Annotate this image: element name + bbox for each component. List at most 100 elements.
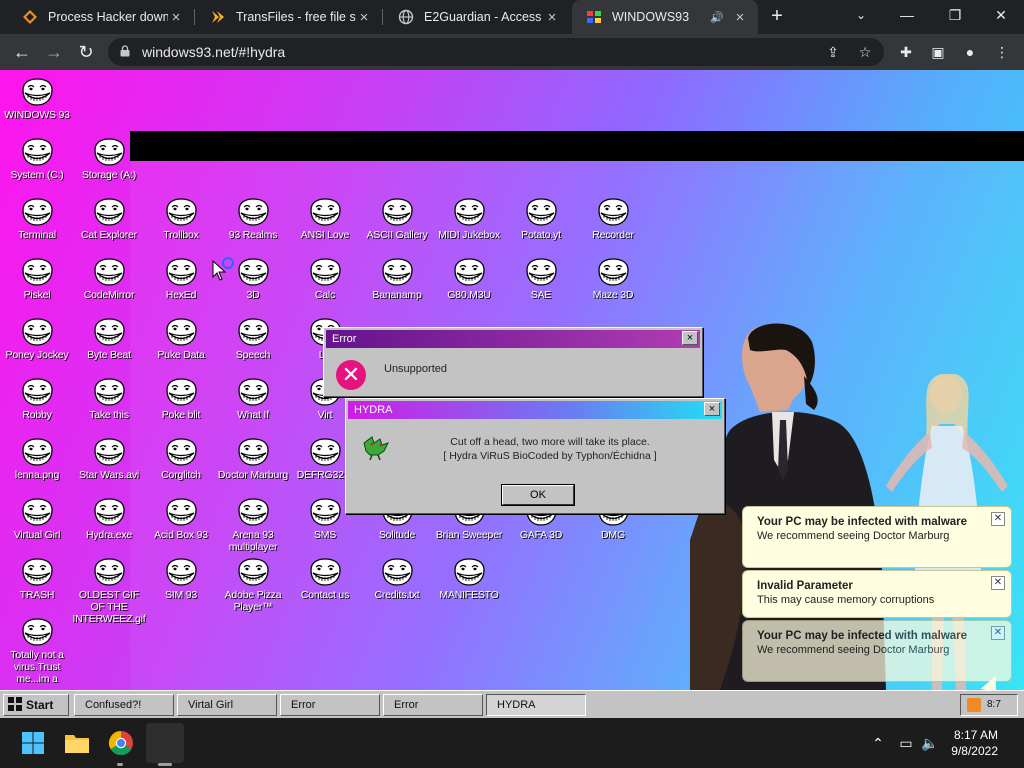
- notification[interactable]: Your PC may be infected with malware We …: [742, 620, 1012, 682]
- restore-button[interactable]: ❐: [932, 0, 978, 30]
- taskbar-item-error[interactable]: Error: [383, 694, 483, 716]
- troll-face-icon: [596, 198, 630, 226]
- close-icon[interactable]: ×: [732, 9, 748, 26]
- close-icon[interactable]: ×: [544, 9, 560, 26]
- address-bar[interactable]: windows93.net/#!hydra ⇪ ☆: [108, 38, 884, 66]
- desktop-icon[interactable]: Hydra.exe: [72, 498, 146, 541]
- desktop-icon[interactable]: Speech: [216, 318, 290, 361]
- hydra-dialog-titlebar[interactable]: HYDRA ×: [348, 401, 722, 419]
- desktop-icon[interactable]: CodeMirror: [72, 258, 146, 301]
- desktop-icon[interactable]: Totally not a virus.Trust me...im a: [0, 618, 74, 685]
- network-icon[interactable]: ▭: [896, 733, 916, 753]
- desktop-icon[interactable]: Storage (A:): [72, 138, 146, 181]
- notification-close-button[interactable]: ✕: [991, 626, 1005, 640]
- troll-face-icon: [20, 498, 54, 526]
- desktop-icon[interactable]: OLDEST GIF OF THE INTERWEEZ.gif: [72, 558, 146, 625]
- hydra-dialog[interactable]: HYDRA × Cut off a head, two more will ta…: [345, 398, 725, 514]
- windows-start-icon[interactable]: [17, 727, 49, 759]
- desktop-icon[interactable]: Bananamp: [360, 258, 434, 301]
- desktop-icon[interactable]: G80.M3U: [432, 258, 506, 301]
- desktop-icon[interactable]: WINDOWS 93: [0, 78, 74, 121]
- desktop-icon[interactable]: Adobe Pizza Player™: [216, 558, 290, 613]
- desktop-icon[interactable]: MIDI Jukebox: [432, 198, 506, 241]
- extensions-icon[interactable]: ✚: [896, 42, 916, 62]
- close-icon[interactable]: ×: [168, 9, 184, 26]
- desktop-icon[interactable]: TRASH: [0, 558, 74, 601]
- desktop-icon[interactable]: Take this: [72, 378, 146, 421]
- taskbar-item-hydra[interactable]: HYDRA: [486, 694, 586, 716]
- tab-e2guardian[interactable]: E2Guardian - Access D ×: [384, 0, 570, 34]
- desktop-icon[interactable]: Puke Data: [144, 318, 218, 361]
- chrome-icon[interactable]: [105, 727, 137, 759]
- speaker-icon[interactable]: 🔊: [710, 11, 724, 24]
- desktop-icon[interactable]: Recorder: [576, 198, 650, 241]
- tab-search-icon[interactable]: ⌄: [838, 0, 884, 30]
- active-app-button[interactable]: [146, 723, 184, 763]
- troll-face-icon: [452, 558, 486, 586]
- desktop-icon[interactable]: SAE: [504, 258, 578, 301]
- desktop-icon[interactable]: Corglitch: [144, 438, 218, 481]
- desktop-icon[interactable]: System (C:): [0, 138, 74, 181]
- taskbar-item-virtal-girl[interactable]: Virtal Girl: [177, 694, 277, 716]
- desktop-icon[interactable]: Trollbox: [144, 198, 218, 241]
- desktop-icon[interactable]: Credits.txt: [360, 558, 434, 601]
- menu-icon[interactable]: ⋮: [992, 42, 1012, 62]
- desktop-icon[interactable]: Poke blit: [144, 378, 218, 421]
- rss-icon[interactable]: [967, 698, 981, 712]
- side-panel-icon[interactable]: ▣: [928, 42, 948, 62]
- desktop-icon[interactable]: Arena 93 multiplayer: [216, 498, 290, 553]
- desktop-icon[interactable]: Poney Jockey: [0, 318, 74, 361]
- share-icon[interactable]: ⇪: [824, 43, 842, 61]
- desktop-icon[interactable]: MANIFESTO: [432, 558, 506, 601]
- desktop-icon[interactable]: Virtual Girl: [0, 498, 74, 541]
- desktop-icon[interactable]: SIM 93: [144, 558, 218, 601]
- ok-button[interactable]: OK: [501, 484, 575, 506]
- desktop-icon[interactable]: Acid Box 93: [144, 498, 218, 541]
- system-clock[interactable]: 8:17 AM 9/8/2022: [951, 727, 998, 759]
- desktop-icon-label: Contact us: [300, 589, 350, 601]
- file-explorer-icon[interactable]: [61, 727, 93, 759]
- minimize-button[interactable]: —: [884, 0, 930, 30]
- desktop-icon[interactable]: ANSI Love: [288, 198, 362, 241]
- chevron-up-icon[interactable]: ⌃: [868, 733, 888, 753]
- desktop-icon[interactable]: Robby: [0, 378, 74, 421]
- desktop-icon[interactable]: What If: [216, 378, 290, 421]
- notification[interactable]: Your PC may be infected with malware We …: [742, 506, 1012, 568]
- notification-close-button[interactable]: ✕: [991, 512, 1005, 526]
- close-window-button[interactable]: ✕: [978, 0, 1024, 30]
- desktop-icon[interactable]: HexEd: [144, 258, 218, 301]
- reload-button[interactable]: ↻: [74, 40, 98, 64]
- desktop-icon[interactable]: 93 Realms: [216, 198, 290, 241]
- desktop-icon[interactable]: Terminal: [0, 198, 74, 241]
- desktop-icon[interactable]: Potato.yt: [504, 198, 578, 241]
- taskbar-item-error[interactable]: Error: [280, 694, 380, 716]
- desktop-icon[interactable]: Star Wars.avi: [72, 438, 146, 481]
- desktop-icon[interactable]: ASCII Gallery: [360, 198, 434, 241]
- close-icon[interactable]: ×: [356, 9, 372, 26]
- forward-button[interactable]: →: [42, 40, 66, 64]
- notification-close-button[interactable]: ✕: [991, 576, 1005, 590]
- error-dialog[interactable]: Error × ✕ Unsupported: [323, 327, 703, 397]
- tab-windows93[interactable]: WINDOWS93 🔊 ×: [572, 0, 758, 34]
- desktop-icon[interactable]: Calc: [288, 258, 362, 301]
- desktop-icon[interactable]: Doctor Marburg: [216, 438, 290, 481]
- desktop-icon[interactable]: Cat Explorer: [72, 198, 146, 241]
- error-dialog-titlebar[interactable]: Error ×: [326, 330, 700, 348]
- desktop-icon[interactable]: Byte Beat: [72, 318, 146, 361]
- desktop-icon[interactable]: Piskel: [0, 258, 74, 301]
- desktop-icon[interactable]: Contact us: [288, 558, 362, 601]
- hydra-dialog-close-button[interactable]: ×: [704, 402, 720, 416]
- tab-process-hacker[interactable]: Process Hacker downlo ×: [8, 0, 194, 34]
- profile-icon[interactable]: ●: [960, 42, 980, 62]
- desktop-icon[interactable]: Maze 3D: [576, 258, 650, 301]
- volume-icon[interactable]: 🔈: [920, 733, 940, 753]
- star-icon[interactable]: ☆: [856, 43, 874, 61]
- new-tab-button[interactable]: +: [766, 6, 788, 28]
- back-button[interactable]: ←: [10, 40, 34, 64]
- error-dialog-close-button[interactable]: ×: [682, 331, 698, 345]
- taskbar-item-confused[interactable]: Confused?!: [74, 694, 174, 716]
- tab-transfiles[interactable]: TransFiles - free file sha ×: [196, 0, 382, 34]
- notification[interactable]: Invalid Parameter This may cause memory …: [742, 570, 1012, 618]
- start-button[interactable]: Start: [3, 694, 69, 716]
- desktop-icon[interactable]: lenna.png: [0, 438, 74, 481]
